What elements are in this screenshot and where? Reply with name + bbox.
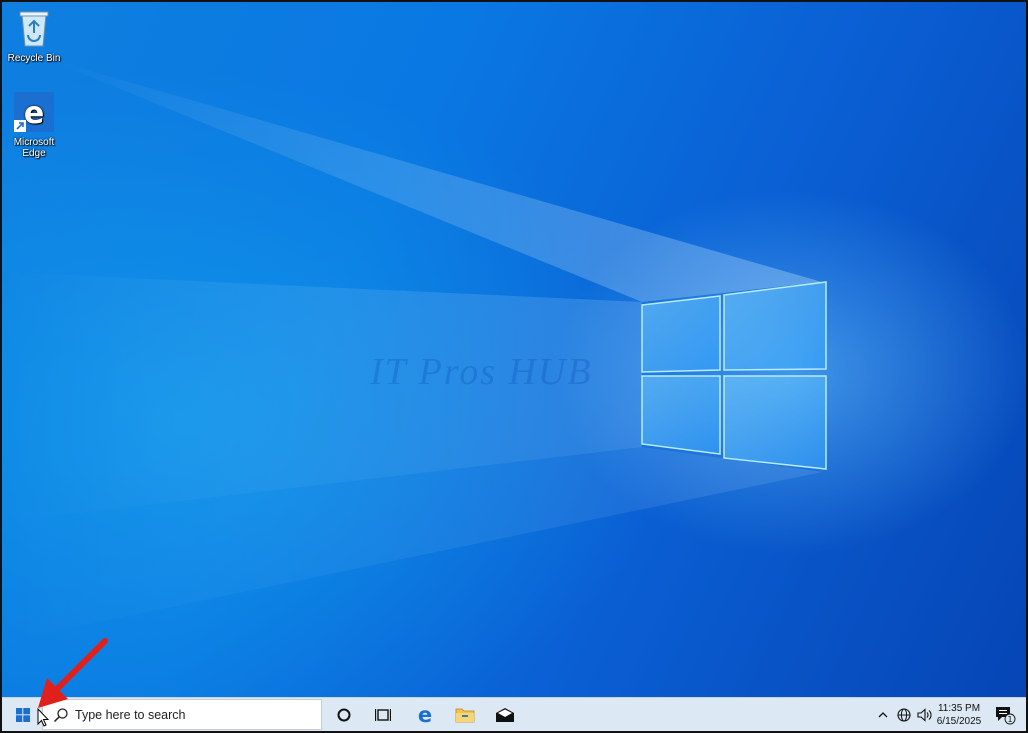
taskbar: e [2, 697, 1026, 731]
desktop[interactable]: IT Pros HUB Recycle Bin e Microsoft Edge [2, 2, 1026, 697]
clock-date: 6/15/2025 [936, 716, 982, 727]
network-globe-icon [897, 707, 911, 722]
show-hidden-icons-button[interactable] [874, 698, 892, 731]
search-box[interactable] [42, 699, 322, 730]
task-view-button[interactable] [367, 698, 399, 731]
windows-logo-icon [16, 707, 30, 722]
edge-icon: e [14, 92, 54, 132]
clock[interactable]: 11:35 PM 6/15/2025 [934, 702, 984, 728]
folder-icon [455, 708, 475, 722]
volume-icon [916, 707, 931, 722]
network-button[interactable] [894, 698, 914, 731]
cortana-circle-icon [337, 708, 351, 721]
search-input[interactable] [75, 707, 315, 722]
mail-icon [496, 707, 514, 722]
desktop-icon-recycle-bin[interactable]: Recycle Bin [2, 8, 66, 64]
notification-count: 1 [1007, 715, 1012, 724]
edge-taskbar-button[interactable]: e [409, 698, 441, 731]
notification-icon: 1 [996, 706, 1016, 724]
svg-text:e: e [24, 96, 44, 131]
recycle-bin-icon [19, 11, 49, 47]
volume-button[interactable] [914, 698, 934, 731]
action-center-button[interactable]: 1 [990, 698, 1020, 731]
file-explorer-button[interactable] [448, 698, 482, 731]
search-icon [53, 707, 68, 722]
edge-label: Microsoft Edge [13, 137, 55, 159]
desktop-icon-microsoft-edge[interactable]: e Microsoft Edge [2, 92, 66, 159]
clock-time: 11:35 PM [937, 703, 981, 714]
cortana-button[interactable] [328, 698, 360, 731]
screen-frame: IT Pros HUB Recycle Bin e Microsoft Edge [0, 0, 1028, 733]
recycle-bin-label: Recycle Bin [7, 53, 61, 64]
start-button[interactable] [8, 698, 38, 731]
svg-text:e: e [418, 705, 432, 725]
task-view-icon [375, 708, 391, 721]
edge-icon: e [418, 705, 432, 725]
mail-button[interactable] [488, 698, 522, 731]
watermark-text: IT Pros HUB [370, 351, 593, 393]
chevron-up-icon [878, 711, 888, 717]
